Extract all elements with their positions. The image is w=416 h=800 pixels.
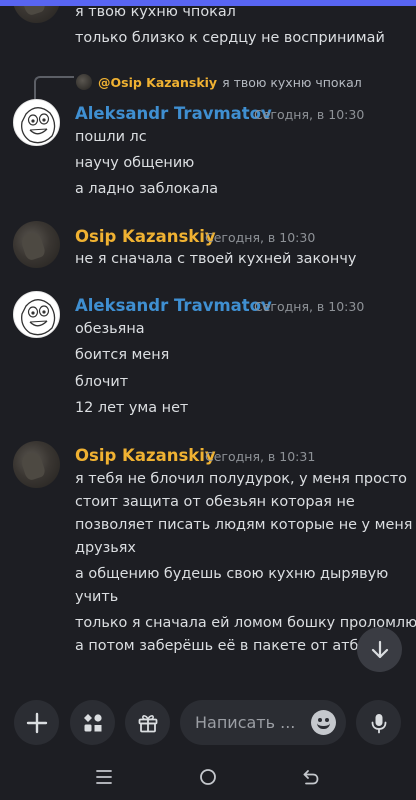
message-composer: Написать ... xyxy=(0,690,416,754)
message-text: пошли лс xyxy=(75,129,147,145)
message-timestamp: Сегодня, в 10:30 xyxy=(205,230,316,245)
back-icon xyxy=(303,770,319,785)
apps-button[interactable] xyxy=(70,700,115,745)
recents-button[interactable] xyxy=(89,764,119,790)
arrow-down-icon xyxy=(371,640,388,658)
message-timestamp: Сегодня, в 10:30 xyxy=(254,107,365,122)
message-text: только близко к сердцу не воспринимай xyxy=(75,30,385,46)
reply-text: я твою кухню чпокал xyxy=(222,74,362,90)
apps-icon xyxy=(83,713,102,731)
message-author[interactable]: Osip Kazanskiy xyxy=(75,446,216,466)
emoji-icon[interactable] xyxy=(311,710,336,735)
message-text: а общению будешь свою кухню дырявую xyxy=(75,566,389,582)
message-text: обезьяна xyxy=(75,321,145,337)
jump-to-latest-button[interactable] xyxy=(357,627,402,672)
message-text: а ладно заблокала xyxy=(75,181,219,197)
message-text: блочит xyxy=(75,374,129,390)
avatar[interactable] xyxy=(13,441,60,488)
message-text: учить xyxy=(75,589,119,605)
message-timestamp: Сегодня, в 10:30 xyxy=(254,299,365,314)
message-text: позволяет писать людям которые не у меня… xyxy=(75,517,416,533)
message-input[interactable]: Написать ... xyxy=(180,700,346,745)
plus-icon xyxy=(26,712,47,733)
avatar[interactable] xyxy=(13,291,60,338)
reply-avatar xyxy=(76,74,92,90)
avatar[interactable] xyxy=(13,99,60,146)
message-text: а потом заберёшь её в пакете от атб, ок xyxy=(75,638,386,654)
message-timestamp: Сегодня, в 10:31 xyxy=(205,449,316,464)
home-button[interactable] xyxy=(193,764,223,790)
message-text: боится меня xyxy=(75,347,170,363)
avatar[interactable] xyxy=(13,6,60,23)
gift-icon xyxy=(138,714,157,732)
message-text: не я сначала с твоей кухней закончу xyxy=(75,251,357,267)
message-input-placeholder: Написать ... xyxy=(195,713,296,732)
meme-face-icon xyxy=(21,107,56,144)
reply-preview[interactable]: @Osip Kazanskiy я твою кухню чпокал xyxy=(76,73,362,91)
message-text: научу общению xyxy=(75,155,195,171)
message-text: я тебя не блочил полудурок, у меня прост… xyxy=(75,471,407,487)
message-text: я твою кухню чпокал xyxy=(75,6,236,20)
avatar[interactable] xyxy=(13,221,60,268)
message-author[interactable]: Aleksandr Travmatov xyxy=(75,296,272,316)
system-navigation-bar xyxy=(0,754,416,800)
message-author[interactable]: Osip Kazanskiy xyxy=(75,227,216,247)
microphone-icon xyxy=(371,713,386,733)
message-text: 12 лет ума нет xyxy=(75,400,189,416)
gift-button[interactable] xyxy=(125,700,170,745)
message-text: стоит защита от обезьян которая не xyxy=(75,494,355,510)
meme-face-icon xyxy=(21,299,56,336)
message-list[interactable]: я твою кухню чпокал только близко к серд… xyxy=(0,6,416,690)
home-icon xyxy=(200,769,216,785)
add-attachment-button[interactable] xyxy=(14,700,59,745)
message-text: друзьях xyxy=(75,540,136,556)
back-button[interactable] xyxy=(296,764,326,790)
voice-message-button[interactable] xyxy=(356,700,401,745)
recents-icon xyxy=(96,770,112,784)
reply-author[interactable]: @Osip Kazanskiy xyxy=(98,75,217,90)
message-author[interactable]: Aleksandr Travmatov xyxy=(75,104,272,124)
